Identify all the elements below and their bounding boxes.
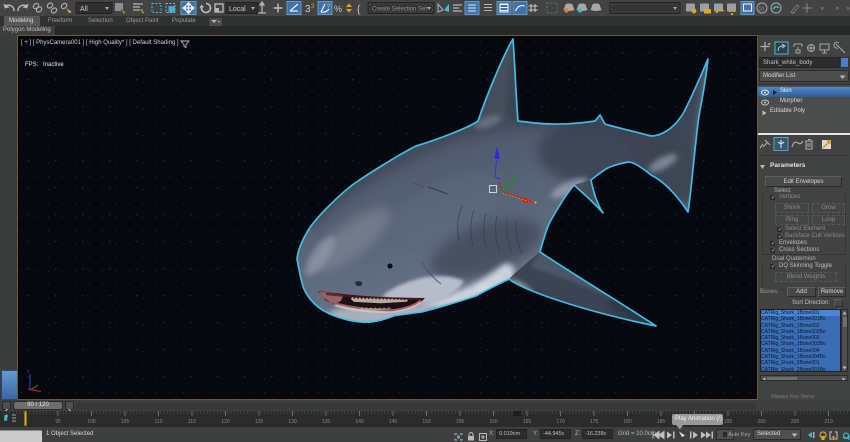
svg-text:155: 155 [456,419,465,425]
svg-text:105: 105 [121,419,130,425]
svg-text:170: 170 [556,419,565,425]
svg-text:135: 135 [322,419,331,425]
svg-text:All: All [80,6,88,13]
svg-text:130: 130 [288,419,297,425]
svg-text:150: 150 [422,419,431,425]
svg-text:140: 140 [355,419,364,425]
svg-text:210: 210 [824,419,833,425]
svg-text:Local: Local [229,6,246,13]
svg-text:125: 125 [255,419,264,425]
svg-text:10: 10 [759,7,765,13]
svg-text:205: 205 [791,419,800,425]
svg-text:180: 180 [623,419,632,425]
svg-text:Create Selection Set: Create Selection Set [372,7,427,13]
svg-text:%: % [334,4,342,14]
svg-text:{: { [357,5,361,16]
svg-text:110: 110 [155,419,163,425]
svg-text:100: 100 [87,419,96,425]
svg-text:200: 200 [757,419,766,425]
svg-text:195: 195 [724,419,733,425]
svg-text:185: 185 [657,419,666,425]
svg-text:120: 120 [221,419,230,425]
svg-text:3: 3 [311,4,315,10]
svg-text:145: 145 [389,419,398,425]
svg-text:175: 175 [590,419,599,425]
svg-text:165: 165 [523,419,532,425]
svg-text:95: 95 [55,419,61,425]
svg-text:115: 115 [188,419,196,425]
svg-text:160: 160 [489,419,498,425]
